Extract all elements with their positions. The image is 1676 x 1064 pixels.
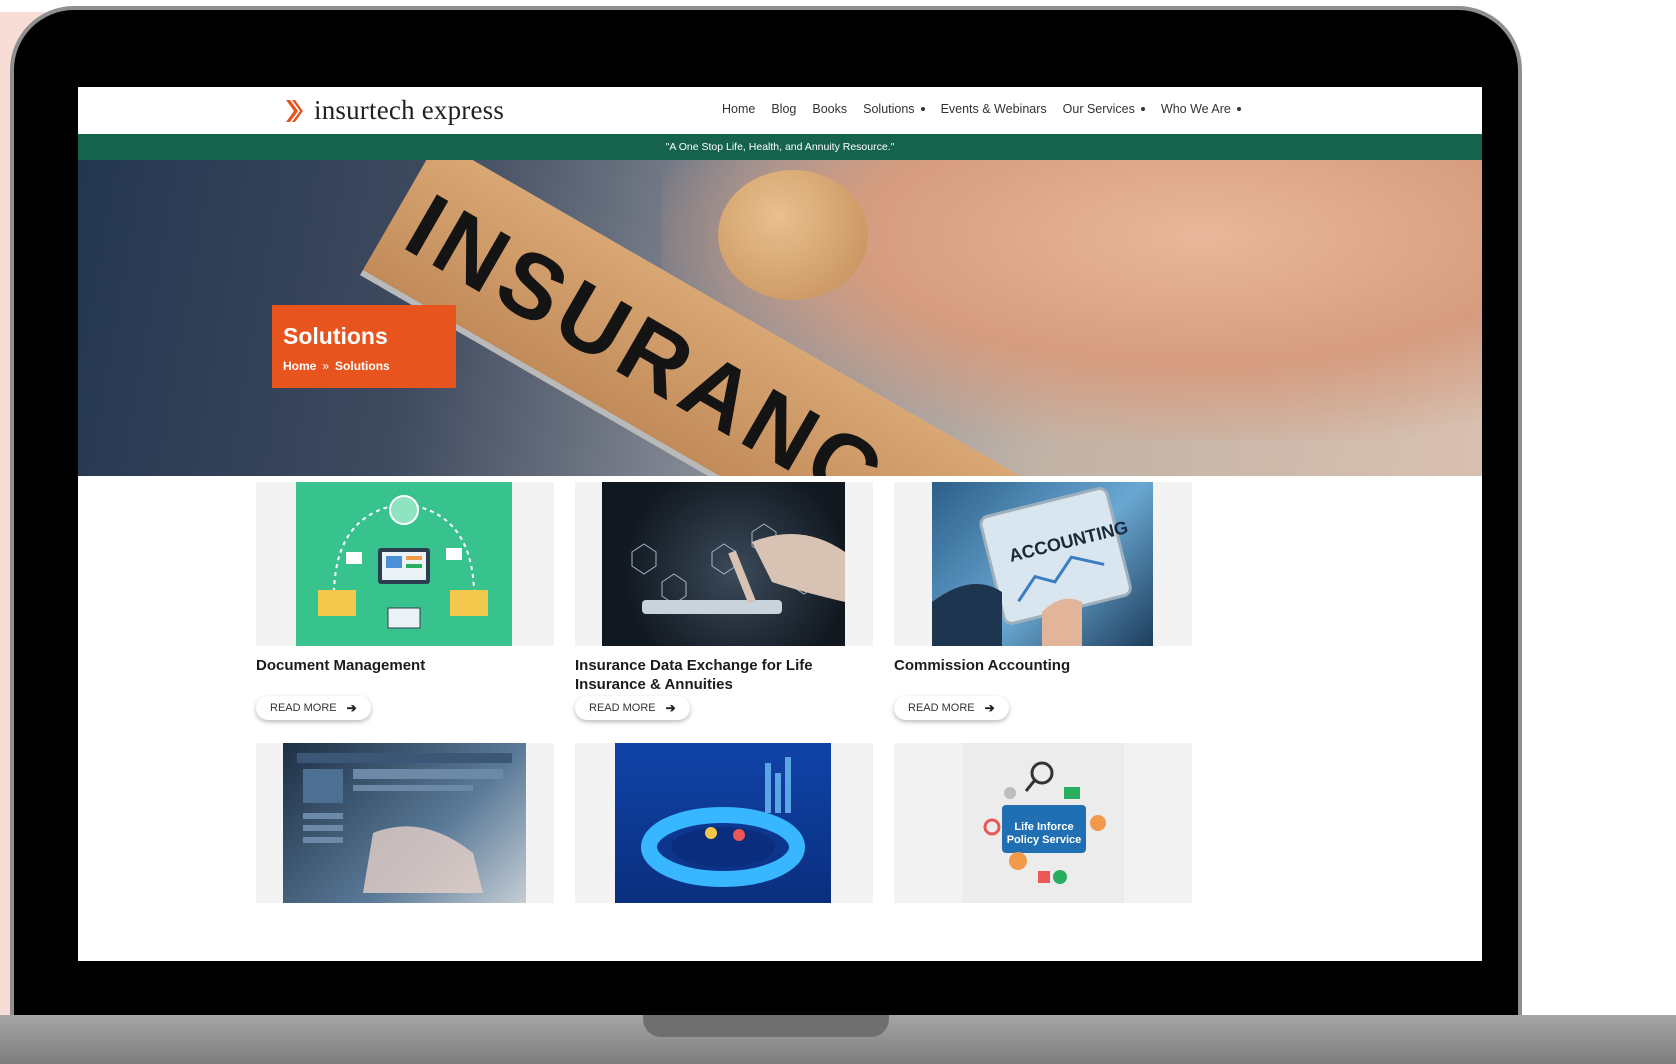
- read-more-button[interactable]: READ MORE ➔: [894, 696, 1009, 720]
- laptop-dashboard-photo-icon: [283, 743, 526, 903]
- breadcrumb-separator: »: [322, 359, 330, 373]
- logo-chevron-icon: [284, 98, 304, 124]
- card-title[interactable]: Insurance Data Exchange for Life Insuran…: [575, 656, 873, 694]
- nav-label: Events & Webinars: [940, 102, 1047, 116]
- tagline-text: "A One Stop Life, Health, and Annuity Re…: [665, 141, 895, 153]
- nav-label: Home: [722, 102, 756, 116]
- breadcrumb: Home » Solutions: [283, 359, 456, 373]
- nav-label: Blog: [771, 102, 797, 116]
- nav-label: Solutions: [863, 102, 915, 116]
- breadcrumb-home-link[interactable]: Home: [283, 359, 316, 373]
- read-more-label: READ MORE: [908, 702, 975, 714]
- card-image[interactable]: [575, 743, 873, 903]
- document-management-illustration-icon: [296, 482, 512, 646]
- solution-card-data-exchange: Insurance Data Exchange for Life Insuran…: [575, 482, 873, 694]
- nav-label: Our Services: [1062, 102, 1135, 116]
- nav-our-services[interactable]: Our Services: [1063, 102, 1145, 116]
- card-image[interactable]: [575, 482, 873, 646]
- dropdown-indicator-icon: [1236, 107, 1241, 111]
- solution-card-document-management: Document Management: [256, 482, 554, 675]
- page-title: Solutions: [283, 323, 388, 349]
- dropdown-indicator-icon: [1140, 107, 1145, 111]
- life-inforce-policy-service-text: Life Inforce Policy Service: [1006, 821, 1082, 846]
- breadcrumb-current: Solutions: [335, 359, 390, 373]
- read-more-label: READ MORE: [270, 702, 337, 714]
- logo-text: insurtech express: [314, 95, 505, 125]
- card-image[interactable]: ACCOUNTING: [894, 482, 1192, 646]
- card-image[interactable]: Life Inforce Policy Service: [894, 743, 1192, 903]
- nav-solutions[interactable]: Solutions: [863, 102, 925, 116]
- arrow-right-icon: ➔: [984, 701, 995, 715]
- laptop-frame: insurtech express Home Blog Books Soluti…: [14, 10, 1518, 1020]
- nav-who-we-are[interactable]: Who We Are: [1161, 102, 1241, 116]
- nav-home[interactable]: Home: [722, 102, 755, 116]
- read-more-button[interactable]: READ MORE ➔: [575, 696, 690, 720]
- solution-card-commission-accounting: ACCOUNTING Commission Accounting: [894, 482, 1192, 675]
- card-title[interactable]: Commission Accounting: [894, 656, 1192, 675]
- card-image[interactable]: [256, 482, 554, 646]
- main-nav: Home Blog Books Solutions Events & Webin…: [722, 102, 1241, 116]
- data-exchange-photo-icon: [602, 482, 845, 646]
- laptop-notch: [643, 1015, 889, 1037]
- data-ring-illustration-icon: [615, 743, 831, 903]
- arrow-right-icon: ➔: [346, 701, 357, 715]
- site-header: insurtech express Home Blog Books Soluti…: [78, 87, 1482, 134]
- nav-label: Books: [812, 102, 848, 116]
- arrow-right-icon: ➔: [665, 701, 676, 715]
- hero-title-box: Solutions Home » Solutions: [272, 305, 456, 388]
- nav-label: Who We Are: [1160, 102, 1231, 116]
- hero-banner: INSURANC Solutions Home » Solutions: [78, 160, 1482, 476]
- solution-card-6: Life Inforce Policy Service: [894, 743, 1192, 903]
- read-more-label: READ MORE: [589, 702, 656, 714]
- solution-card-5: [575, 743, 873, 903]
- nav-blog[interactable]: Blog: [771, 102, 796, 116]
- solution-card-4: [256, 743, 554, 903]
- read-more-button[interactable]: READ MORE ➔: [256, 696, 371, 720]
- browser-viewport: insurtech express Home Blog Books Soluti…: [78, 87, 1482, 961]
- card-title[interactable]: Document Management: [256, 656, 554, 675]
- card-image[interactable]: [256, 743, 554, 903]
- nav-books[interactable]: Books: [812, 102, 847, 116]
- nav-events-webinars[interactable]: Events & Webinars: [941, 102, 1047, 116]
- accounting-tablet-photo-icon: ACCOUNTING: [932, 482, 1153, 646]
- hero-stamp-handle: [718, 170, 868, 300]
- dropdown-indicator-icon: [920, 107, 925, 111]
- site-logo[interactable]: insurtech express: [284, 95, 504, 126]
- tagline-bar: "A One Stop Life, Health, and Annuity Re…: [78, 134, 1482, 160]
